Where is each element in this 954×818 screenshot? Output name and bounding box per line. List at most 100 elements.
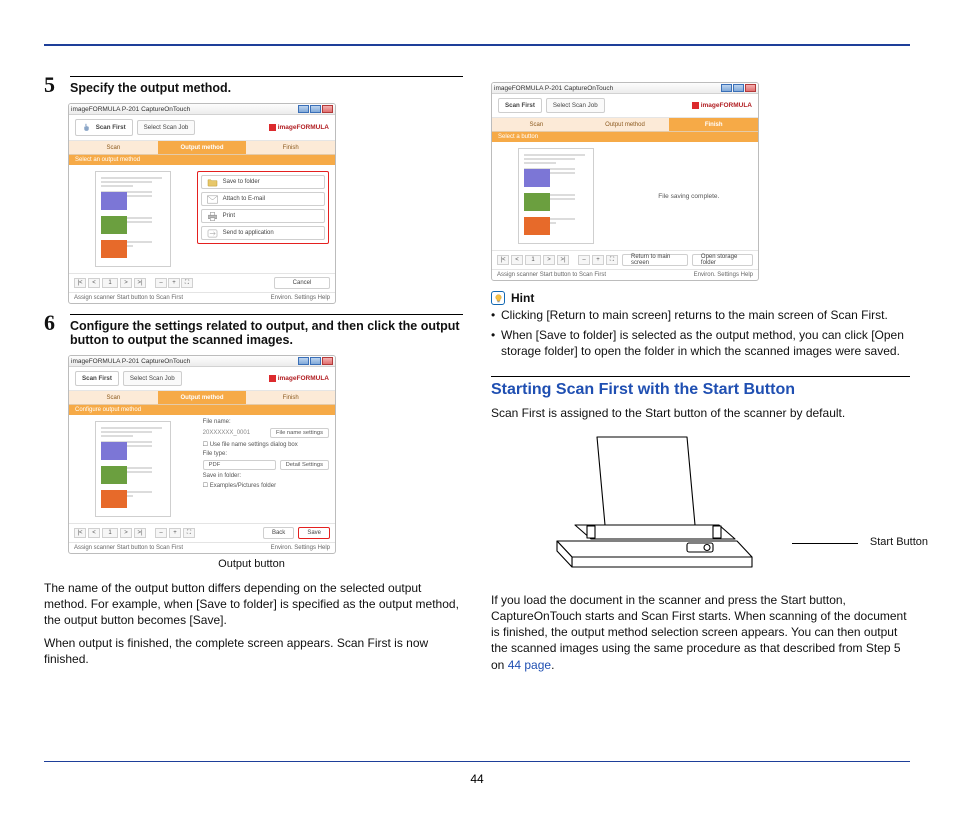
list-item: Clicking [Return to main screen] returns…: [491, 307, 910, 323]
env-settings-link[interactable]: Environ. Settings: [694, 272, 739, 278]
page-nav: |< < 1 > >| – + ⛶: [74, 528, 195, 538]
option-print[interactable]: Print: [201, 209, 325, 223]
maximize-icon[interactable]: [733, 84, 744, 92]
nav-page[interactable]: 1: [102, 528, 118, 538]
option-save-to-folder[interactable]: Save to folder: [201, 175, 325, 189]
step-output: Output method: [158, 141, 247, 154]
mode-select-job[interactable]: Select Scan Job: [123, 371, 182, 386]
zoom-fit[interactable]: ⛶: [183, 528, 195, 538]
nav-next[interactable]: >: [543, 255, 555, 265]
nav-prev[interactable]: <: [88, 278, 100, 288]
close-icon[interactable]: [322, 357, 333, 365]
options-pane: Save to folder Attach to E-mail: [197, 165, 335, 273]
nav-first[interactable]: |<: [497, 255, 509, 265]
back-button[interactable]: Back: [263, 527, 294, 539]
lightbulb-icon: [491, 291, 505, 305]
close-icon[interactable]: [322, 105, 333, 113]
document-preview: [95, 421, 171, 517]
option-label: Save to folder: [223, 179, 260, 185]
mode-select-job[interactable]: Select Scan Job: [137, 120, 196, 135]
status-text: Assign scanner Start button to Scan Firs…: [497, 272, 606, 278]
start-button-label: Start Button: [870, 536, 928, 548]
brand-text: imageFORMULA: [278, 375, 329, 382]
return-button[interactable]: Return to main screen: [622, 254, 688, 266]
env-settings-link[interactable]: Environ. Settings: [271, 545, 316, 551]
zoom-out[interactable]: –: [155, 278, 167, 288]
fn-checkbox[interactable]: ☐ Use file name settings dialog box: [203, 441, 329, 448]
highlight-box: Save to folder Attach to E-mail: [197, 171, 329, 244]
option-attach-email[interactable]: Attach to E-mail: [201, 192, 325, 206]
subhead: Select an output method: [69, 155, 335, 165]
brand: imageFORMULA: [269, 375, 329, 382]
nav-prev[interactable]: <: [511, 255, 523, 265]
preview-pane: [69, 415, 197, 523]
mode-scan-first[interactable]: Scan First: [75, 119, 133, 136]
option-send-app[interactable]: Send to application: [201, 226, 325, 240]
close-icon[interactable]: [745, 84, 756, 92]
nav-first[interactable]: |<: [74, 528, 86, 538]
step-output: Output method: [581, 118, 670, 131]
text: .: [551, 658, 554, 672]
zoom-fit[interactable]: ⛶: [181, 278, 193, 288]
footer: |< < 1 > >| – + ⛶ Cancel: [69, 273, 335, 292]
save-button[interactable]: Save: [298, 527, 330, 539]
printer-icon: [207, 212, 218, 221]
page-link[interactable]: 44 page: [508, 658, 551, 672]
fn-value: 20XXXXXX_0001: [203, 430, 250, 436]
right-column: imageFORMULA P-201 CaptureOnTouch Scan F…: [491, 74, 910, 740]
help-link[interactable]: Help: [741, 272, 753, 278]
page-number: 44: [0, 772, 954, 786]
help-link[interactable]: Help: [318, 545, 330, 551]
minimize-icon[interactable]: [298, 105, 309, 113]
ft-select[interactable]: PDF: [203, 460, 276, 470]
cancel-button[interactable]: Cancel: [274, 277, 330, 289]
paragraph: When output is finished, the complete sc…: [44, 635, 463, 667]
hint-label: Hint: [511, 291, 534, 305]
list-item: When [Save to folder] is selected as the…: [491, 327, 910, 359]
nav-next[interactable]: >: [120, 528, 132, 538]
nav-last[interactable]: >|: [557, 255, 569, 265]
zoom-in[interactable]: +: [592, 255, 604, 265]
subhead: Select a button: [492, 132, 758, 142]
mode-scan-first[interactable]: Scan First: [498, 98, 542, 113]
mode-bar: Scan First Select Scan Job imageFORMULA: [492, 94, 758, 118]
step-6: 6 Configure the settings related to outp…: [44, 314, 463, 347]
zoom-out[interactable]: –: [155, 528, 167, 538]
status-text: Assign scanner Start button to Scan Firs…: [74, 295, 183, 301]
paragraph: If you load the document in the scanner …: [491, 592, 910, 673]
maximize-icon[interactable]: [310, 105, 321, 113]
minimize-icon[interactable]: [721, 84, 732, 92]
scanner-illustration: Start Button: [527, 429, 910, 582]
mail-icon: [207, 195, 218, 204]
nav-last[interactable]: >|: [134, 528, 146, 538]
step-scan: Scan: [492, 118, 581, 131]
zoom-in[interactable]: +: [168, 278, 180, 288]
nav-last[interactable]: >|: [134, 278, 146, 288]
mode-bar: Scan First Select Scan Job imageFORMULA: [69, 367, 335, 391]
option-label: Attach to E-mail: [223, 196, 265, 202]
brand: imageFORMULA: [269, 124, 329, 131]
nav-next[interactable]: >: [120, 278, 132, 288]
sv-value[interactable]: ☐ Examples/Pictures folder: [203, 482, 329, 489]
window-title: imageFORMULA P-201 CaptureOnTouch: [494, 85, 613, 92]
mode-select-job[interactable]: Select Scan Job: [546, 98, 605, 113]
nav-page[interactable]: 1: [102, 278, 118, 288]
zoom-fit[interactable]: ⛶: [606, 255, 618, 265]
zoom-out[interactable]: –: [578, 255, 590, 265]
fn-settings-button[interactable]: File name settings: [270, 428, 329, 438]
ft-detail-button[interactable]: Detail Settings: [280, 460, 329, 470]
nav-prev[interactable]: <: [88, 528, 100, 538]
window-title: imageFORMULA P-201 CaptureOnTouch: [71, 106, 190, 113]
open-folder-button[interactable]: Open storage folder: [692, 254, 753, 266]
zoom-in[interactable]: +: [169, 528, 181, 538]
sv-label: Save in folder:: [203, 473, 329, 479]
nav-first[interactable]: |<: [74, 278, 86, 288]
nav-page[interactable]: 1: [525, 255, 541, 265]
page: 5 Specify the output method. imageFORMUL…: [0, 0, 954, 818]
minimize-icon[interactable]: [298, 357, 309, 365]
mode-scan-first[interactable]: Scan First: [75, 371, 119, 386]
maximize-icon[interactable]: [310, 357, 321, 365]
env-settings-link[interactable]: Environ. Settings: [271, 295, 316, 301]
help-link[interactable]: Help: [318, 295, 330, 301]
columns: 5 Specify the output method. imageFORMUL…: [44, 74, 910, 740]
